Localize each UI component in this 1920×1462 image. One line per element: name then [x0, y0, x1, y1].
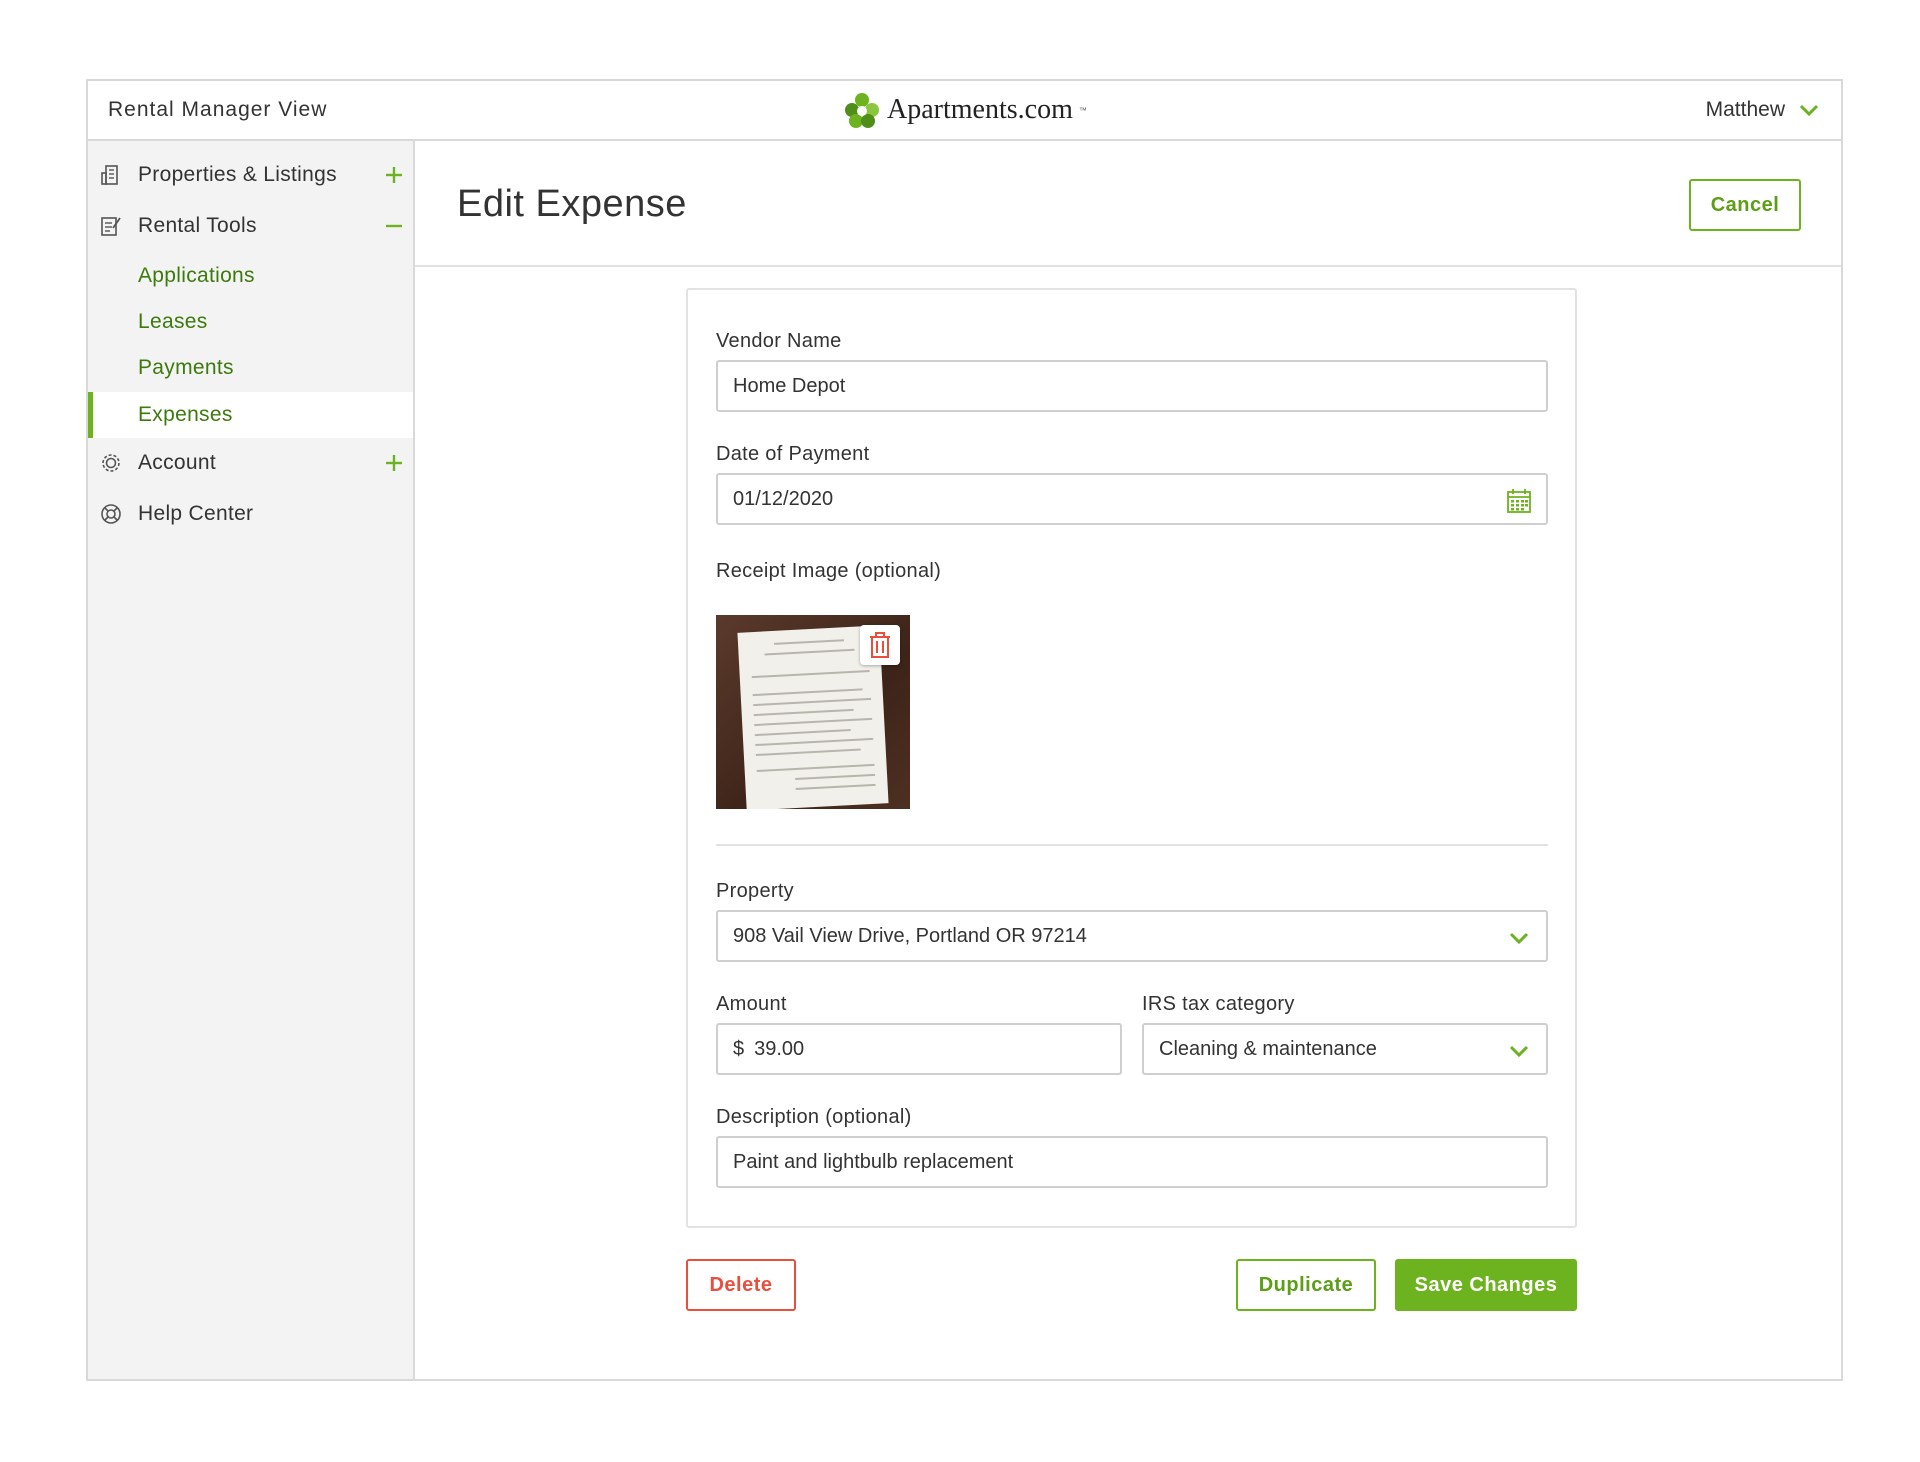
date-of-payment-label: Date of Payment [716, 443, 870, 465]
apartments-logo[interactable]: Apartments.com ™ [843, 90, 1087, 130]
sidebar-item-label: Properties & Listings [138, 163, 337, 186]
chevron-down-icon [1509, 932, 1529, 945]
user-menu[interactable]: Matthew [1706, 98, 1819, 122]
save-changes-button[interactable]: Save Changes [1395, 1259, 1577, 1311]
trash-icon [870, 632, 890, 658]
receipt-image-label: Receipt Image (optional) [716, 560, 942, 582]
app-title: Rental Manager View [108, 98, 328, 121]
sidebar-subitem-label: Expenses [138, 403, 233, 426]
description-input[interactable]: Paint and lightbulb replacement [716, 1136, 1548, 1188]
sidebar-subitem-label: Payments [138, 356, 234, 379]
sidebar-item-help-center[interactable]: Help Center [88, 492, 413, 536]
irs-tax-category-label: IRS tax category [1142, 993, 1295, 1015]
building-icon [101, 165, 118, 185]
page-header: Edit Expense Cancel [415, 141, 1841, 267]
expense-form-card: Vendor Name Home Depot Date of Payment 0… [686, 288, 1577, 1228]
logo-trademark: ™ [1078, 105, 1087, 115]
date-of-payment-input[interactable]: 01/12/2020 [716, 473, 1548, 525]
cancel-button[interactable]: Cancel [1689, 179, 1801, 231]
logo-icon [845, 93, 879, 128]
description-value: Paint and lightbulb replacement [733, 1150, 1014, 1173]
user-name: Matthew [1705, 98, 1785, 121]
description-label: Description (optional) [716, 1106, 912, 1128]
lifebuoy-icon [101, 504, 121, 524]
sidebar-item-rental-tools[interactable]: Rental Tools [88, 204, 413, 248]
sidebar-subitem-applications[interactable]: Applications [88, 253, 413, 299]
sidebar-subitem-leases[interactable]: Leases [88, 299, 413, 345]
plus-icon[interactable] [383, 164, 405, 186]
sidebar-item-account[interactable]: Account [88, 441, 413, 485]
gear-icon [102, 454, 120, 472]
document-edit-icon [101, 217, 121, 236]
top-bar: Rental Manager View Apartments.com ™ Mat… [88, 81, 1841, 141]
plus-icon[interactable] [383, 452, 405, 474]
sidebar-subitem-expenses[interactable]: Expenses [88, 392, 413, 438]
irs-tax-category-select[interactable]: Cleaning & maintenance [1142, 1023, 1548, 1075]
property-label: Property [716, 880, 794, 902]
duplicate-button[interactable]: Duplicate [1236, 1259, 1376, 1311]
delete-button[interactable]: Delete [686, 1259, 796, 1311]
irs-tax-category-value: Cleaning & maintenance [1159, 1037, 1377, 1060]
property-select[interactable]: 908 Vail View Drive, Portland OR 97214 [716, 910, 1548, 962]
sidebar-item-properties-listings[interactable]: Properties & Listings [88, 153, 413, 197]
logo-text: Apartments.com [887, 94, 1073, 125]
minus-icon[interactable] [383, 215, 405, 237]
page-title: Edit Expense [457, 183, 687, 225]
vendor-name-input[interactable]: Home Depot [716, 360, 1548, 412]
sidebar-subitem-label: Leases [138, 310, 208, 333]
sidebar-item-label: Help Center [138, 502, 254, 525]
amount-input[interactable]: $ 39.00 [716, 1023, 1122, 1075]
form-divider [716, 844, 1548, 846]
sidebar-item-label: Rental Tools [138, 214, 257, 237]
app-window: Rental Manager View Apartments.com ™ Mat… [86, 79, 1843, 1381]
currency-symbol: $ [733, 1037, 745, 1060]
delete-receipt-button[interactable] [860, 625, 900, 665]
receipt-image [716, 615, 910, 809]
date-of-payment-value: 01/12/2020 [733, 487, 834, 510]
sidebar-item-label: Account [138, 451, 216, 474]
sidebar-subitem-payments[interactable]: Payments [88, 345, 413, 391]
sidebar: Properties & Listings Rental Tools Appli… [88, 141, 415, 1379]
amount-label: Amount [716, 993, 787, 1015]
vendor-name-value: Home Depot [733, 374, 846, 397]
chevron-down-icon [1509, 1045, 1529, 1058]
sidebar-subitem-label: Applications [138, 264, 255, 287]
amount-value: 39.00 [754, 1037, 805, 1060]
chevron-down-icon [1799, 104, 1819, 117]
property-value: 908 Vail View Drive, Portland OR 97214 [733, 924, 1087, 947]
calendar-icon[interactable] [1506, 488, 1532, 514]
vendor-name-label: Vendor Name [716, 330, 842, 352]
